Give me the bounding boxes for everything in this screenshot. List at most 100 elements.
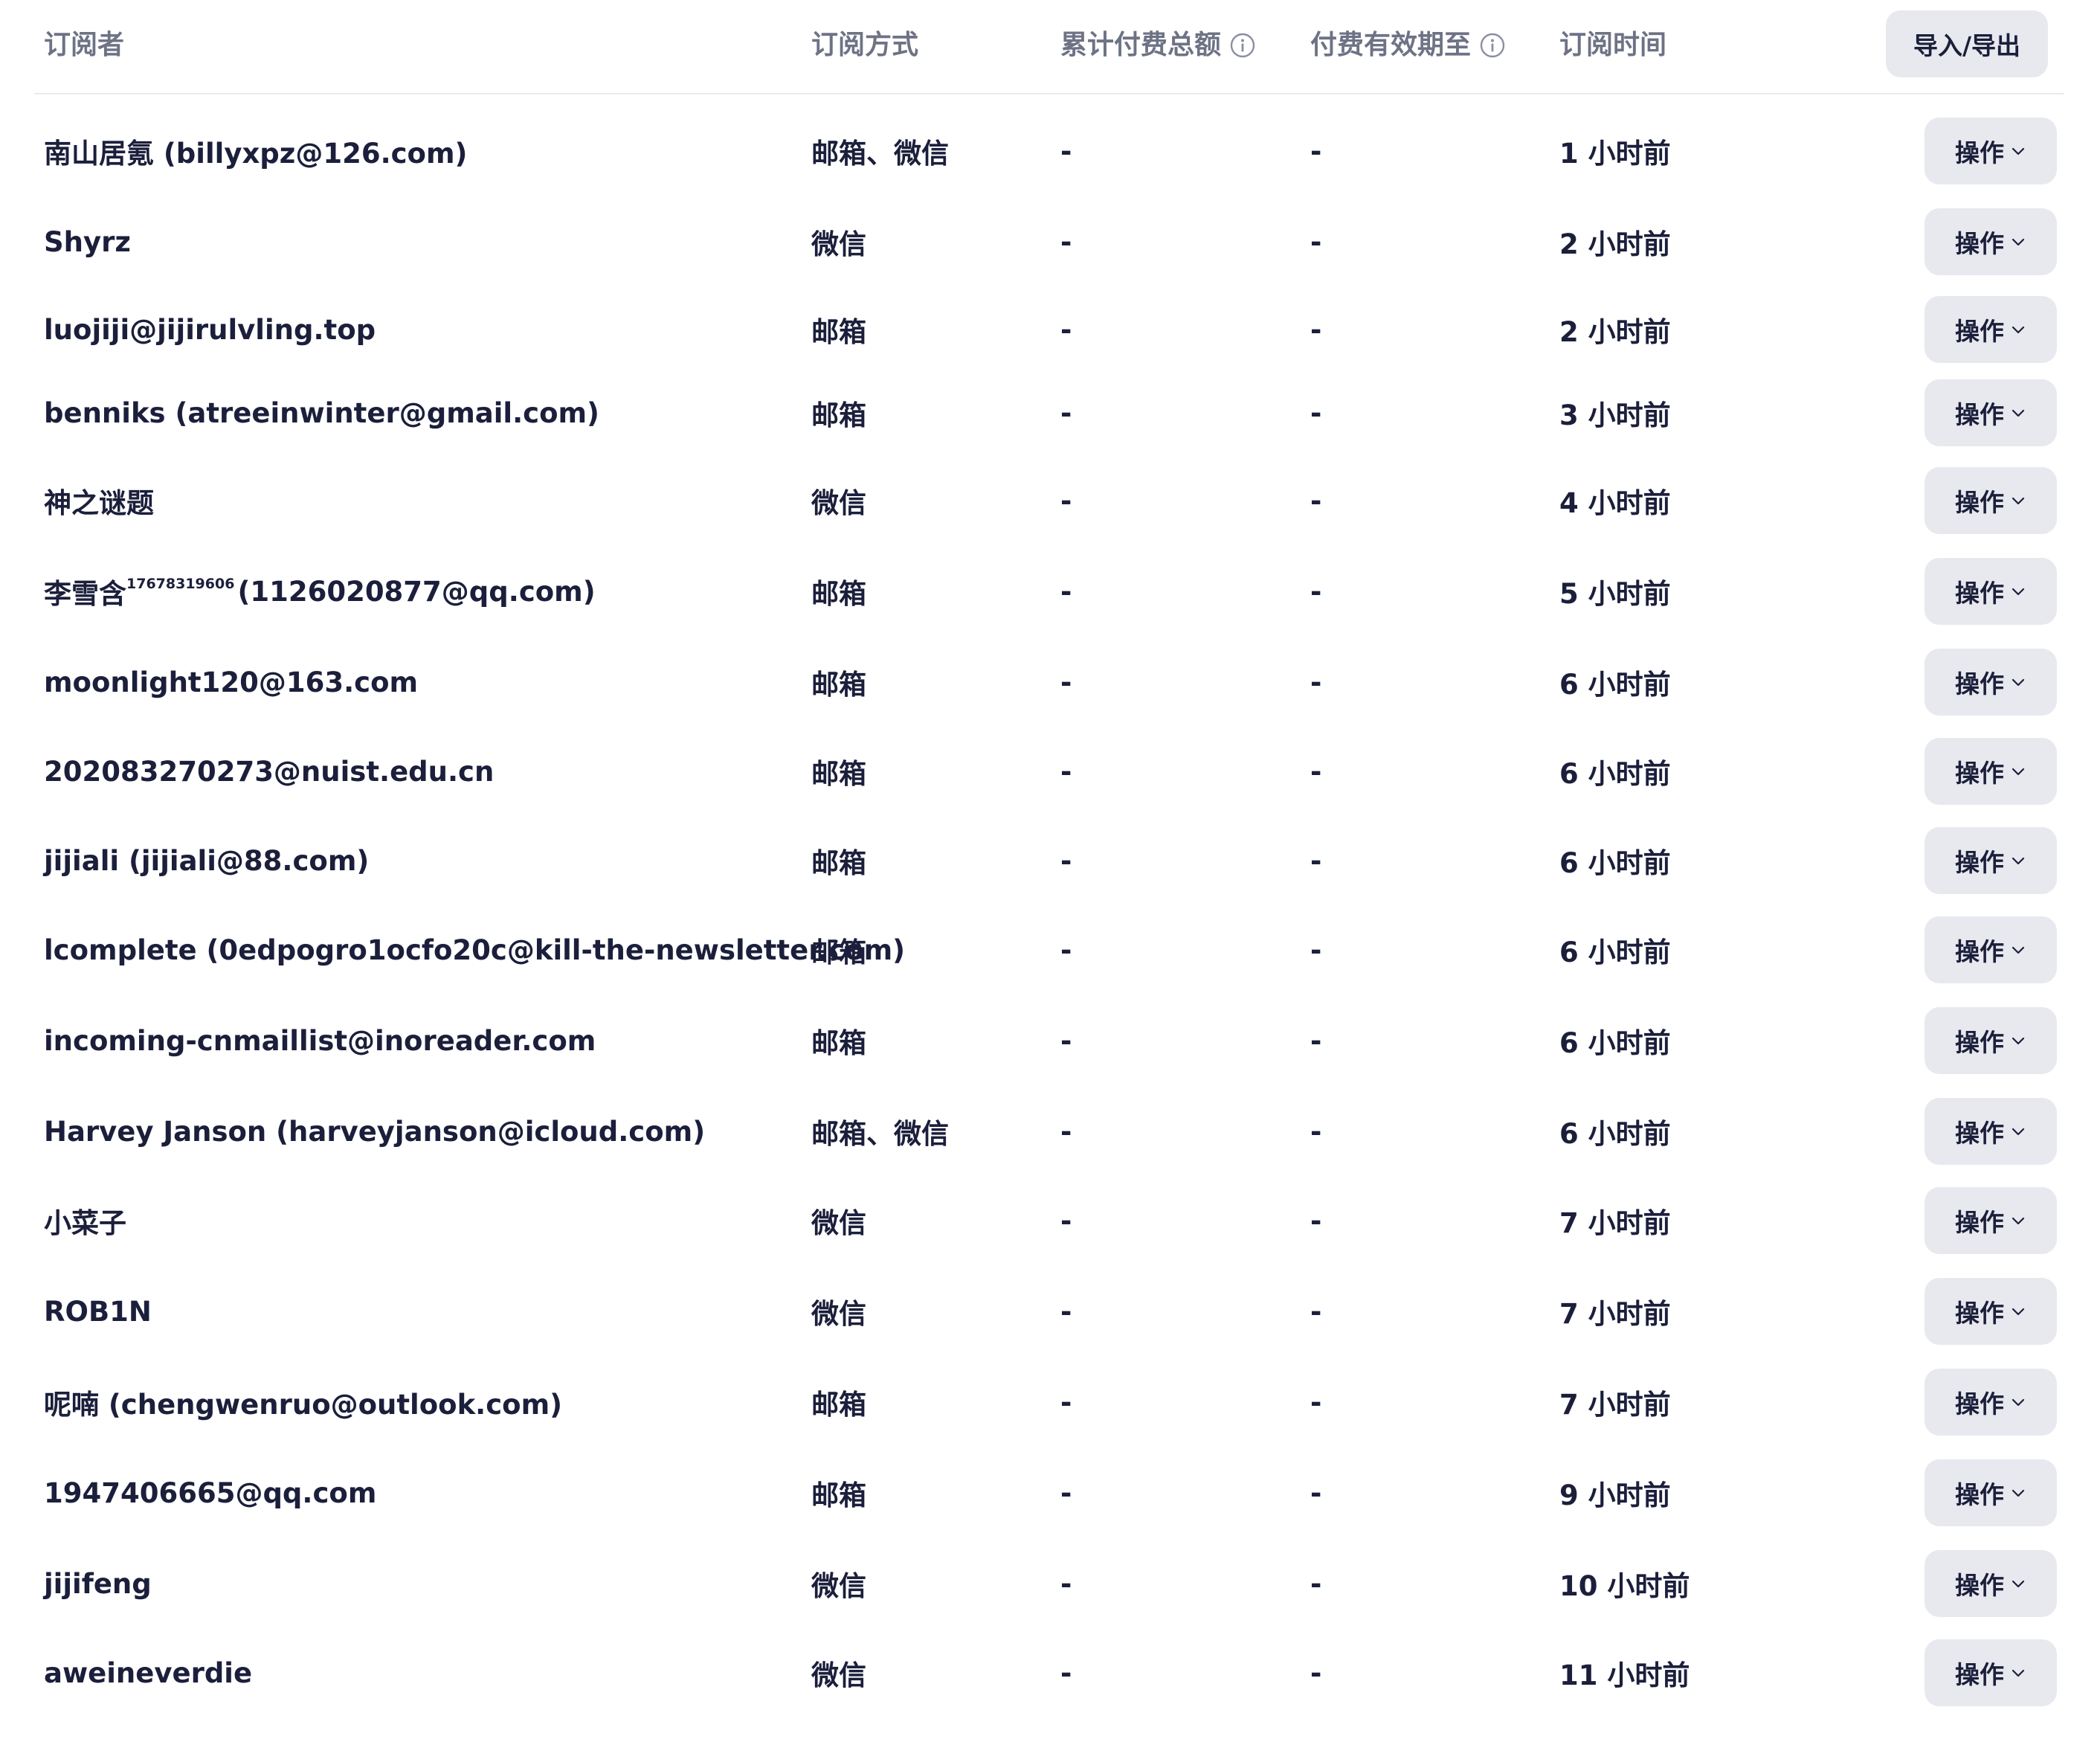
chevron-down-icon [2010, 405, 2026, 421]
chevron-down-icon [2010, 1032, 2026, 1049]
subscriber-name: 1947406665@qq.com [44, 1448, 376, 1537]
action-dropdown-button[interactable]: 操作 [1925, 118, 2057, 184]
subscriber-name-text: jijiali (jijiali@88.com) [44, 844, 370, 877]
action-dropdown-button[interactable]: 操作 [1925, 1639, 2057, 1706]
action-label: 操作 [1955, 1119, 2004, 1148]
chevron-down-icon [2010, 1123, 2026, 1140]
subscribed-time: 2 小时前 [1559, 228, 1671, 260]
total-paid-value: - [1060, 933, 1072, 966]
action-label: 操作 [1955, 488, 2004, 517]
subscriber-name: luojiji@jijirulvling.top [44, 285, 376, 374]
table-row: jijifeng 微信 - - 10 小时前 操作 [34, 1539, 2064, 1628]
valid-until-value: - [1310, 666, 1322, 698]
total-paid-value: - [1060, 484, 1072, 517]
subscription-method: 邮箱 [811, 669, 866, 701]
action-dropdown-button[interactable]: 操作 [1925, 1369, 2057, 1436]
action-dropdown-button[interactable]: 操作 [1925, 1007, 2057, 1074]
valid-until-value: - [1310, 755, 1322, 788]
subscriber-name: jijifeng [44, 1539, 152, 1628]
subscribed-time: 6 小时前 [1559, 847, 1671, 879]
table-row: jijiali (jijiali@88.com) 邮箱 - - 6 小时前 操作 [34, 816, 2064, 905]
action-label: 操作 [1955, 1299, 2004, 1328]
subscribed-time: 4 小时前 [1559, 487, 1671, 519]
subscriber-name-text: Harvey Janson (harveyjanson@icloud.com) [44, 1115, 706, 1148]
action-dropdown-button[interactable]: 操作 [1925, 1459, 2057, 1526]
table-row: ROB1N 微信 - - 7 小时前 操作 [34, 1267, 2064, 1356]
subscribers-page: 订阅者 订阅方式 累计付费总额 付费有效期至 订阅时间 导入/导出 南山居氪 (… [0, 0, 2100, 1742]
table-row: lcomplete (0edpogro1ocfo20c@kill-the-new… [34, 905, 2064, 994]
action-dropdown-button[interactable]: 操作 [1925, 208, 2057, 275]
action-label: 操作 [1955, 1028, 2004, 1057]
valid-until-value: - [1310, 1115, 1322, 1148]
action-dropdown-button[interactable]: 操作 [1925, 916, 2057, 983]
subscription-method: 邮箱 [811, 758, 866, 790]
subscribed-time: 1 小时前 [1559, 138, 1671, 170]
chevron-down-icon [2010, 1665, 2026, 1681]
subscriber-name-text: 李雪含 [44, 578, 126, 610]
subscriber-name: aweineverdie [44, 1628, 252, 1717]
table-row: Harvey Janson (harveyjanson@icloud.com) 邮… [34, 1087, 2064, 1176]
subscription-method: 邮箱、微信 [811, 138, 949, 170]
action-dropdown-button[interactable]: 操作 [1925, 379, 2057, 446]
subscriber-name-text: ROB1N [44, 1295, 152, 1328]
subscription-method: 邮箱 [811, 578, 866, 610]
action-dropdown-button[interactable]: 操作 [1925, 649, 2057, 716]
subscribed-time: 11 小时前 [1559, 1659, 1690, 1691]
total-paid-value: - [1060, 225, 1072, 258]
action-label: 操作 [1955, 229, 2004, 258]
valid-until-value: - [1310, 313, 1322, 346]
subscriber-name-text: 南山居氪 (billyxpz@126.com) [44, 138, 468, 170]
table-row: luojiji@jijirulvling.top 邮箱 - - 2 小时前 操作 [34, 285, 2064, 374]
total-paid-value: - [1060, 1386, 1072, 1418]
action-label: 操作 [1955, 317, 2004, 346]
subscribed-time: 3 小时前 [1559, 399, 1671, 431]
subscriber-name-text: 1947406665@qq.com [44, 1476, 377, 1509]
subscriber-name-text: 神之谜题 [44, 487, 154, 519]
action-dropdown-button[interactable]: 操作 [1925, 1550, 2057, 1617]
subscribed-time: 9 小时前 [1559, 1479, 1671, 1511]
subscribed-time: 10 小时前 [1559, 1570, 1690, 1602]
subscriber-name: lcomplete (0edpogro1ocfo20c@kill-the-new… [44, 905, 905, 994]
table-row: aweineverdie 微信 - - 11 小时前 操作 [34, 1628, 2064, 1717]
chevron-down-icon [2010, 1303, 2026, 1320]
action-dropdown-button[interactable]: 操作 [1925, 296, 2057, 363]
action-label: 操作 [1955, 400, 2004, 429]
subscriber-name: Shyrz [44, 197, 131, 286]
subscription-method: 邮箱 [811, 399, 866, 431]
subscriber-list: 南山居氪 (billyxpz@126.com) 邮箱、微信 - -1 小时前 操作 Shy… [34, 0, 2064, 1742]
subscriber-name-text: incoming-cnmaillist@inoreader.com [44, 1024, 596, 1057]
total-paid-value: - [1060, 1476, 1072, 1509]
subscriber-name-text: benniks (atreeinwinter@gmail.com) [44, 396, 599, 429]
subscriber-name-text: 呢喃 (chengwenruo@outlook.com) [44, 1389, 563, 1421]
subscribed-time: 6 小时前 [1559, 1027, 1671, 1059]
total-paid-value: - [1060, 1656, 1072, 1689]
subscriber-name: jijiali (jijiali@88.com) [44, 816, 369, 905]
total-paid-value: - [1060, 396, 1072, 429]
subscription-method: 微信 [811, 1207, 866, 1239]
table-row: moonlight120@163.com 邮箱 - - 6 小时前 操作 [34, 637, 2064, 727]
subscriber-name: 南山居氪 (billyxpz@126.com) [44, 106, 467, 196]
action-label: 操作 [1955, 669, 2004, 698]
action-dropdown-button[interactable]: 操作 [1925, 827, 2057, 894]
table-row: Shyrz 微信 - - 2 小时前 操作 [34, 197, 2064, 286]
action-dropdown-button[interactable]: 操作 [1925, 1278, 2057, 1345]
subscriber-name: ROB1N [44, 1267, 152, 1356]
action-dropdown-button[interactable]: 操作 [1925, 1098, 2057, 1165]
chevron-down-icon [2010, 492, 2026, 509]
action-dropdown-button[interactable]: 操作 [1925, 738, 2057, 805]
chevron-down-icon [2010, 1485, 2026, 1501]
action-dropdown-button[interactable]: 操作 [1925, 558, 2057, 625]
valid-until-value: - [1310, 396, 1322, 429]
action-dropdown-button[interactable]: 操作 [1925, 467, 2057, 534]
subscription-method: 微信 [811, 1659, 866, 1691]
valid-until-value: - [1310, 225, 1322, 258]
total-paid-value: - [1060, 1204, 1072, 1237]
action-dropdown-button[interactable]: 操作 [1925, 1187, 2057, 1254]
subscribed-time: 6 小时前 [1559, 669, 1671, 701]
action-label: 操作 [1955, 1660, 2004, 1689]
total-paid-value: - [1060, 1115, 1072, 1148]
subscriber-name-text: jijifeng [44, 1567, 152, 1600]
subscriber-name-text: luojiji@jijirulvling.top [44, 313, 376, 346]
valid-until-value: - [1310, 1386, 1322, 1418]
subscriber-name: benniks (atreeinwinter@gmail.com) [44, 368, 599, 457]
